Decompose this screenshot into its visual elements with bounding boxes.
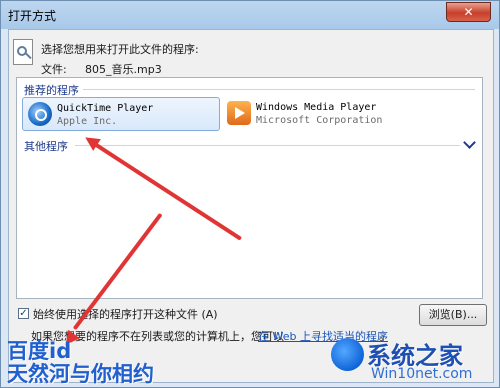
other-divider (75, 145, 460, 146)
chevron-down-icon[interactable] (463, 136, 476, 149)
program-name: Windows Media Player (256, 102, 377, 113)
dialog-title: 打开方式 (8, 9, 57, 23)
close-button[interactable]: ✕ (446, 2, 491, 22)
quicktime-icon (28, 102, 52, 126)
other-programs-label[interactable]: 其他程序 (24, 138, 68, 154)
program-list[interactable]: 推荐的程序 QuickTime Player Apple Inc. Window… (16, 77, 483, 299)
program-name: QuickTime Player (57, 103, 154, 114)
file-label: 文件: (41, 63, 67, 76)
watermark-logo-icon (331, 338, 364, 371)
open-with-dialog: 打开方式 ✕ 选择您想用来打开此文件的程序: 文件: 805_音乐.mp3 推荐… (0, 0, 500, 388)
always-use-label[interactable]: 始终使用选择的程序打开这种文件 (A) (33, 306, 218, 322)
windows-media-player-icon (227, 101, 251, 125)
program-vendor: Microsoft Corporation (256, 115, 383, 126)
file-name: 805_音乐.mp3 (85, 63, 162, 76)
program-item-windows-media-player[interactable]: Windows Media Player Microsoft Corporati… (222, 97, 462, 131)
program-vendor: Apple Inc. (57, 116, 118, 127)
browse-button[interactable]: 浏览(B)... (419, 304, 487, 326)
watermark-line-2: 天然河与你相约 (7, 362, 154, 386)
program-item-quicktime[interactable]: QuickTime Player Apple Inc. (22, 97, 220, 131)
search-document-icon (13, 39, 33, 65)
recommended-programs-label: 推荐的程序 (24, 84, 79, 97)
watermark-url: Win10net.com (371, 366, 473, 382)
always-use-checkbox[interactable]: ✓ (18, 308, 29, 319)
choose-program-prompt: 选择您想用来打开此文件的程序: (41, 43, 199, 56)
recommended-divider (83, 89, 475, 90)
